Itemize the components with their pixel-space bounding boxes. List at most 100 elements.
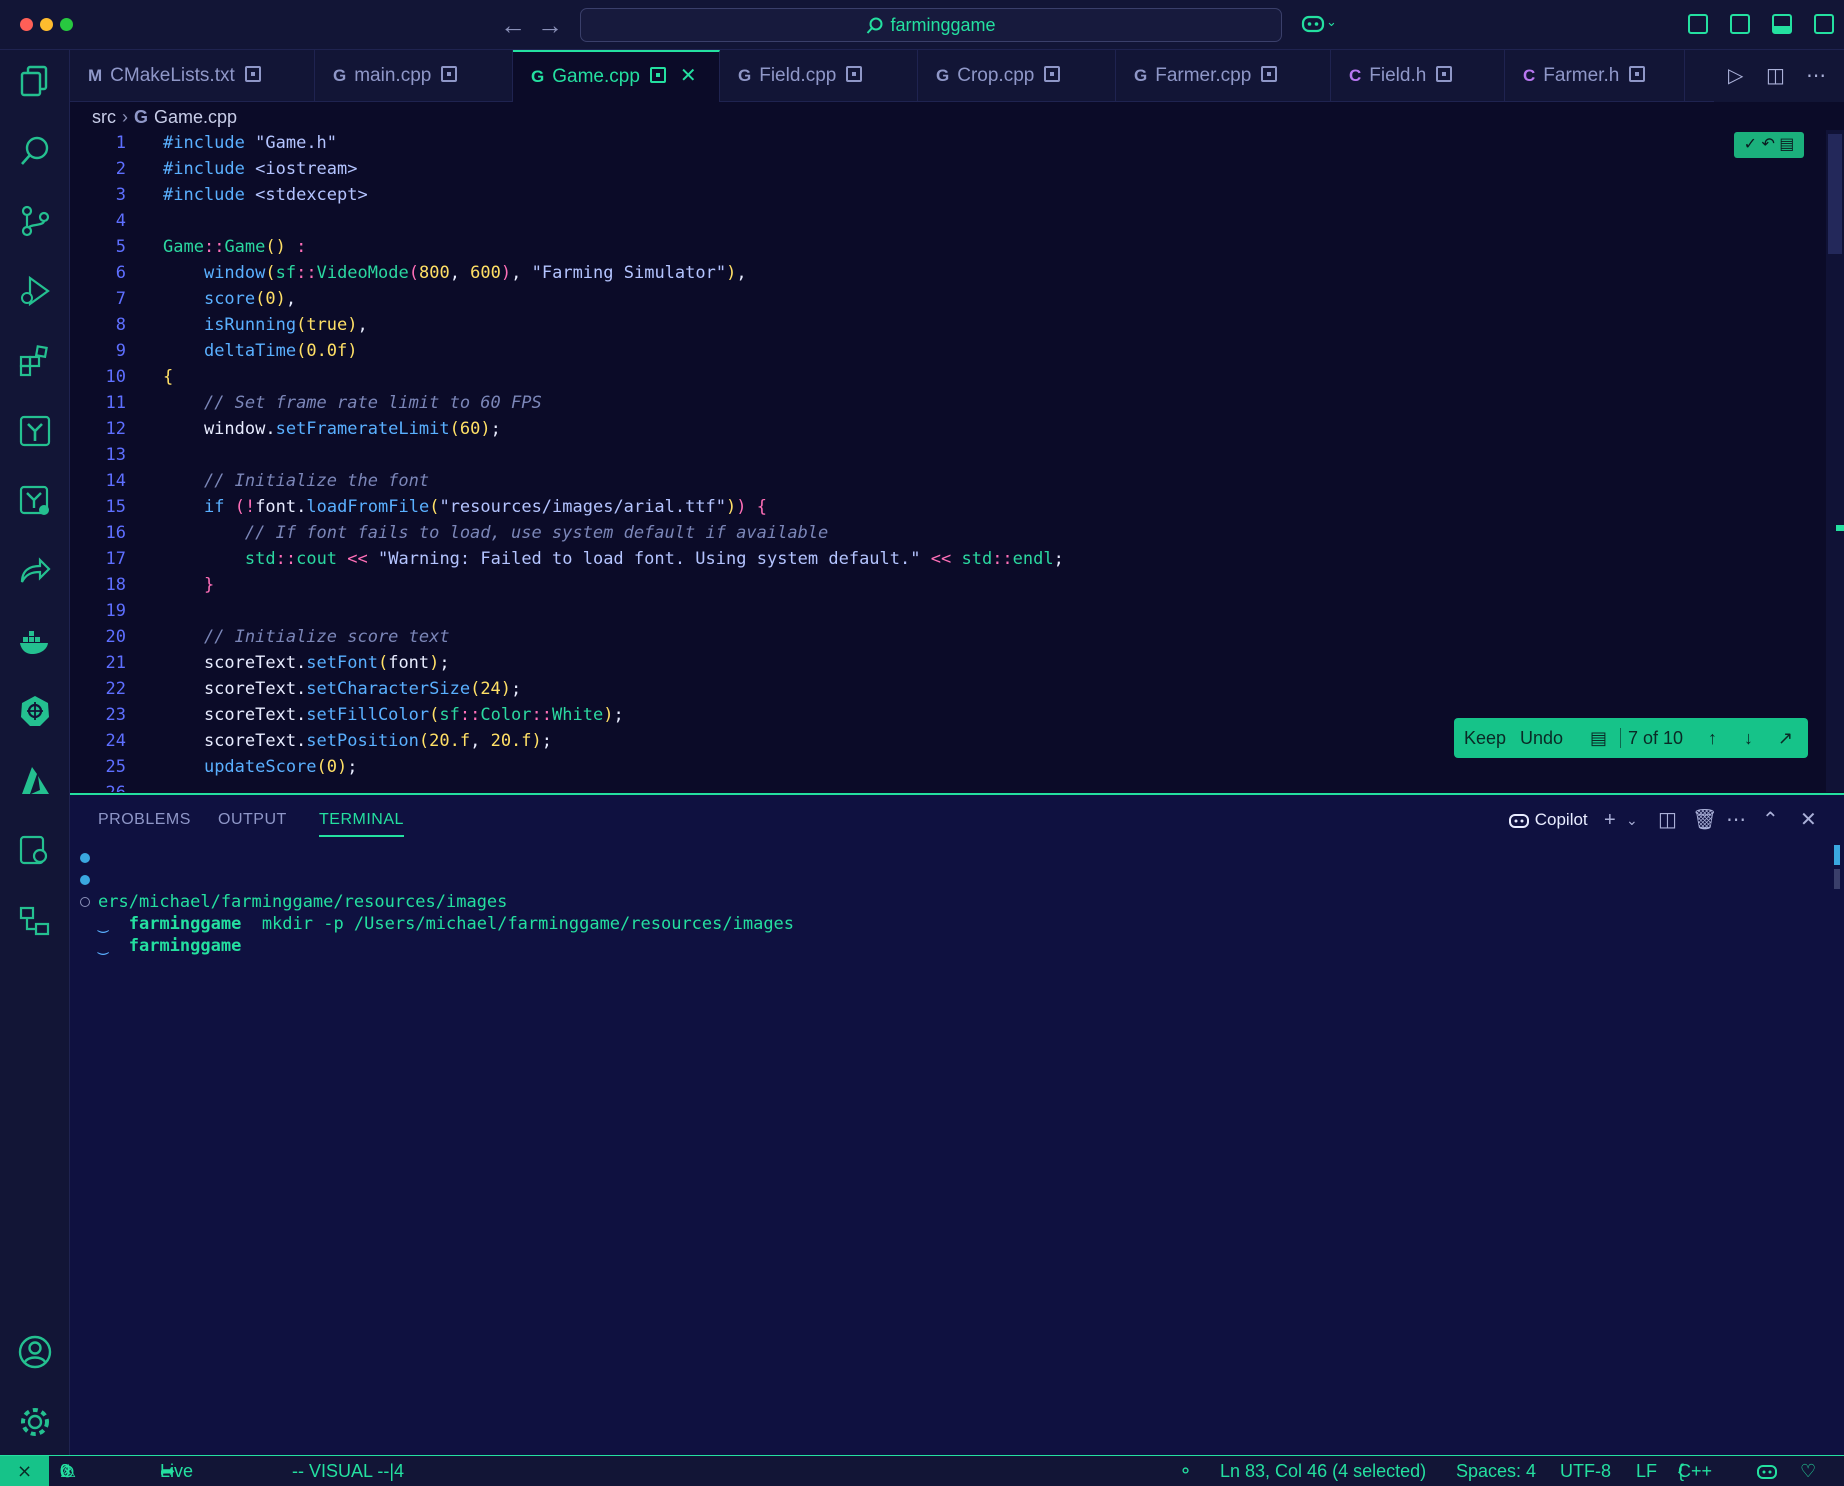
tab-farmer-cpp[interactable]: G Farmer.cpp xyxy=(1116,50,1331,102)
terminal-line[interactable]: ers/michael/farminggame/resources/images xyxy=(70,847,1770,912)
customize-layout-icon[interactable] xyxy=(1688,14,1708,34)
maximize-panel-icon[interactable]: ⌃ xyxy=(1762,805,1779,835)
code-line[interactable]: 13 xyxy=(70,442,126,468)
copilot-terminal-button[interactable]: Copilot xyxy=(1508,805,1588,835)
search-icon[interactable] xyxy=(15,134,55,174)
code-line[interactable]: 23 scoreText.setFillColor(sf::Color::Whi… xyxy=(70,702,624,728)
close-window-button[interactable] xyxy=(20,18,33,31)
source-control-icon[interactable] xyxy=(15,204,55,244)
toggle-primary-sidebar-icon[interactable] xyxy=(1730,14,1750,34)
code-line[interactable]: 22 scoreText.setCharacterSize(24); xyxy=(70,676,522,702)
keep-button[interactable]: Keep xyxy=(1464,718,1506,758)
code-line[interactable]: 7 score(0), xyxy=(70,286,296,312)
code-line[interactable]: 8 isRunning(true), xyxy=(70,312,368,338)
code-line[interactable]: 2 #include <iostream> xyxy=(70,156,358,182)
copilot-status-icon[interactable] xyxy=(1756,1456,1778,1486)
git-commit-icon[interactable]: ⚬ xyxy=(1178,1456,1193,1486)
chevron-down-icon[interactable]: ⌄ xyxy=(1626,805,1638,835)
close-icon[interactable]: ✕ xyxy=(680,65,697,87)
code-line[interactable]: 5 Game::Game() : xyxy=(70,234,307,260)
terminal-line[interactable]: ‿ farminggame mkdir -p /Users/michael/fa… xyxy=(70,869,1770,934)
indentation[interactable]: Spaces: 4 xyxy=(1456,1456,1536,1486)
forward-arrow-icon[interactable]: → xyxy=(537,10,563,40)
code-line[interactable]: 24 scoreText.setPosition(20.f, 20.f); xyxy=(70,728,553,754)
close-icon[interactable]: ✕ xyxy=(1800,805,1817,835)
code-line[interactable]: 20 // Initialize score text xyxy=(70,624,450,650)
remote-indicator-icon[interactable]: ⨯ xyxy=(0,1456,49,1486)
arrow-down-icon[interactable]: ↓ xyxy=(1744,718,1753,758)
remote-explorer-icon[interactable] xyxy=(15,414,55,454)
docker-icon[interactable] xyxy=(15,624,55,664)
tab-field-h[interactable]: C Field.h xyxy=(1331,50,1505,102)
azure-icon[interactable] xyxy=(15,764,55,804)
code-line[interactable]: 17 std::cout << "Warning: Failed to load… xyxy=(70,546,1064,572)
code-line[interactable]: 15 if (!font.loadFromFile("resources/ima… xyxy=(70,494,768,520)
back-arrow-icon[interactable]: ← xyxy=(500,10,526,40)
chat-edit-actions[interactable]: ✓ ↶ ▤ xyxy=(1734,132,1804,158)
code-line[interactable]: 10{ xyxy=(70,364,174,390)
accounts-icon[interactable] xyxy=(15,1334,55,1374)
split-terminal-icon[interactable]: ◫ xyxy=(1658,805,1677,835)
tab-farmer-h[interactable]: C Farmer.h xyxy=(1505,50,1685,102)
extensions-icon[interactable] xyxy=(15,344,55,384)
copilot-menu-button[interactable]: ⌄ xyxy=(1300,12,1337,39)
terminal-line[interactable]: ‿ farminggame xyxy=(70,891,1770,956)
code-line[interactable]: 16 // If font fails to load, use system … xyxy=(70,520,829,546)
command-status-icon[interactable] xyxy=(80,853,90,863)
arrow-up-icon[interactable]: ↑ xyxy=(1708,718,1717,758)
undo-icon[interactable]: ↶ xyxy=(1761,136,1774,153)
copilot-settings-icon[interactable] xyxy=(15,834,55,874)
run-icon[interactable]: ▷ xyxy=(1728,50,1743,102)
code-line[interactable]: 25 updateScore(0); xyxy=(70,754,358,780)
tab-field-cpp[interactable]: G Field.cpp xyxy=(720,50,918,102)
tab-main-cpp[interactable]: Gmain.cpp xyxy=(315,50,513,102)
terminal-scrollbar[interactable] xyxy=(1834,845,1844,895)
run-debug-icon[interactable] xyxy=(15,274,55,314)
cursor-position[interactable]: Ln 83, Col 46 (4 selected) xyxy=(1220,1456,1426,1486)
more-actions-icon[interactable]: ⋯ xyxy=(1806,50,1826,102)
breadcrumb-file[interactable]: Game.cpp xyxy=(154,107,237,127)
code-line[interactable]: 9 deltaTime(0.0f) xyxy=(70,338,358,364)
code-line[interactable]: 18 } xyxy=(70,572,215,598)
trash-icon[interactable]: 🗑 xyxy=(1692,805,1717,835)
line-ending[interactable]: LF xyxy=(1636,1456,1657,1486)
live-share-icon[interactable] xyxy=(15,554,55,594)
gear-icon[interactable] xyxy=(15,1404,55,1444)
code-line[interactable]: 1 #include "Game.h" xyxy=(70,130,337,156)
explorer-icon[interactable] xyxy=(15,64,55,104)
scroll-thumb[interactable] xyxy=(1828,134,1842,254)
tab-output[interactable]: OUTPUT xyxy=(218,811,287,829)
code-line[interactable]: 6 window(sf::VideoMode(800, 600), "Farmi… xyxy=(70,260,747,286)
hierarchy-icon[interactable] xyxy=(15,904,55,944)
zoom-window-button[interactable] xyxy=(60,18,73,31)
encoding[interactable]: UTF-8 xyxy=(1560,1456,1611,1486)
code-line[interactable]: 21 scoreText.setFont(font); xyxy=(70,650,450,676)
toggle-panel-icon[interactable] xyxy=(1772,14,1792,34)
command-status-icon[interactable] xyxy=(80,875,90,885)
minimize-window-button[interactable] xyxy=(40,18,53,31)
check-icon[interactable]: ✓ xyxy=(1744,136,1757,153)
tab-terminal[interactable]: TERMINAL xyxy=(319,811,404,837)
command-center-search[interactable]: farminggame xyxy=(580,8,1282,42)
command-status-icon[interactable] xyxy=(80,897,90,907)
code-line[interactable]: 12 window.setFramerateLimit(60); xyxy=(70,416,501,442)
code-editor[interactable]: 1 #include "Game.h" 2 #include <iostream> … xyxy=(70,130,1844,792)
editor-scrollbar[interactable] xyxy=(1826,130,1844,792)
toggle-secondary-sidebar-icon[interactable] xyxy=(1814,14,1834,34)
more-actions-icon[interactable]: ⋯ xyxy=(1726,805,1746,835)
tab-crop-cpp[interactable]: G Crop.cpp xyxy=(918,50,1116,102)
open-diff-icon[interactable]: ↗ xyxy=(1778,718,1793,758)
tab-game-cpp[interactable]: G Game.cpp ✕ xyxy=(513,50,720,102)
tab-cmakelists[interactable]: M CMakeLists.txt xyxy=(70,50,315,102)
code-line[interactable]: 14 // Initialize the font xyxy=(70,468,430,494)
bell-icon[interactable]: ♡ xyxy=(1800,1456,1816,1486)
kubernetes-icon[interactable] xyxy=(15,694,55,734)
code-line[interactable]: 4 xyxy=(70,208,126,234)
split-editor-icon[interactable]: ◫ xyxy=(1766,50,1785,102)
testing-icon[interactable] xyxy=(15,484,55,524)
diff-icon[interactable]: ▤ xyxy=(1779,136,1794,153)
code-line[interactable]: 11 // Set frame rate limit to 60 FPS xyxy=(70,390,542,416)
diff-icon[interactable]: ▤ xyxy=(1590,718,1607,758)
undo-button[interactable]: Undo xyxy=(1520,718,1563,758)
code-line[interactable]: 3 #include <stdexcept> xyxy=(70,182,368,208)
